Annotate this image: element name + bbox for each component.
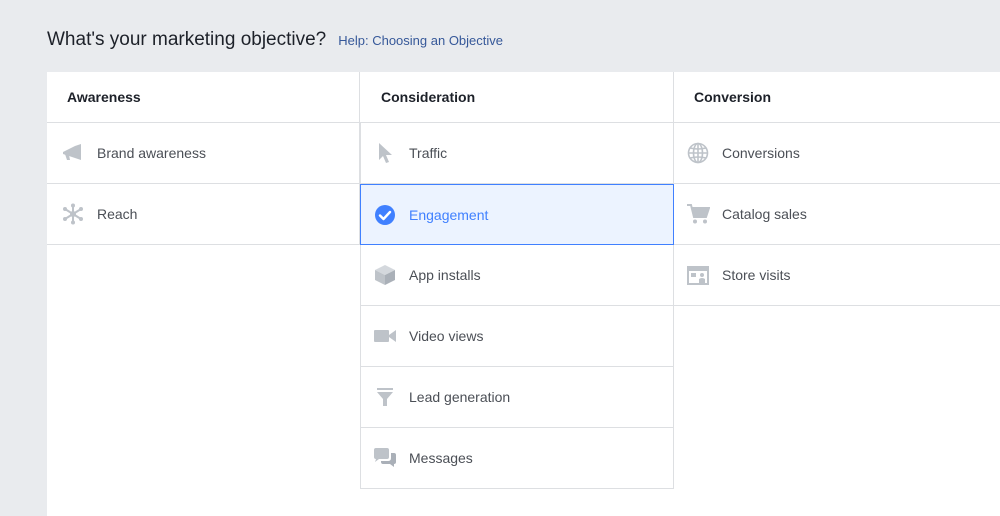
box-icon	[373, 263, 397, 287]
storefront-icon	[686, 263, 710, 287]
objective-catalog-sales[interactable]: Catalog sales	[674, 184, 1000, 245]
megaphone-icon	[61, 141, 85, 165]
objective-label: Reach	[97, 206, 138, 222]
objective-store-visits[interactable]: Store visits	[674, 245, 1000, 306]
objective-conversions[interactable]: Conversions	[674, 123, 1000, 184]
consideration-header: Consideration	[360, 72, 674, 123]
objective-messages[interactable]: Messages	[360, 428, 674, 489]
page-title: What's your marketing objective?	[47, 29, 327, 50]
chat-bubbles-icon	[373, 446, 397, 470]
funnel-icon	[373, 385, 397, 409]
help-link[interactable]: Help: Choosing an Objective	[338, 33, 503, 48]
reach-icon	[61, 202, 85, 226]
objective-header: What's your marketing objective? Help: C…	[47, 29, 503, 51]
cursor-icon	[373, 141, 397, 165]
consideration-column: Consideration Traffic Engagement App ins…	[360, 72, 674, 489]
objective-label: Store visits	[722, 267, 791, 283]
objective-label: Brand awareness	[97, 145, 206, 161]
conversion-header: Conversion	[674, 72, 1000, 123]
video-camera-icon	[373, 324, 397, 348]
objective-reach[interactable]: Reach	[47, 184, 360, 245]
conversion-column: Conversion Conversions Catalog sales Sto…	[674, 72, 1000, 306]
objective-label: Engagement	[409, 206, 489, 223]
objective-app-installs[interactable]: App installs	[360, 245, 674, 306]
objective-label: Catalog sales	[722, 206, 807, 222]
awareness-column: Awareness Brand awareness Reach	[47, 72, 360, 245]
objective-label: Traffic	[409, 145, 448, 161]
objective-lead-generation[interactable]: Lead generation	[360, 367, 674, 428]
objective-panel: Awareness Brand awareness Reach Consider…	[47, 72, 1000, 516]
objective-label: Conversions	[722, 145, 800, 161]
checkmark-circle-icon	[373, 203, 397, 227]
objective-brand-awareness[interactable]: Brand awareness	[47, 123, 360, 184]
objective-engagement[interactable]: Engagement	[360, 184, 674, 245]
awareness-header: Awareness	[47, 72, 360, 123]
globe-icon	[686, 141, 710, 165]
objective-label: Messages	[409, 450, 473, 466]
shopping-cart-icon	[686, 202, 710, 226]
objective-video-views[interactable]: Video views	[360, 306, 674, 367]
objective-label: Lead generation	[409, 389, 511, 405]
objective-label: App installs	[409, 267, 481, 283]
objective-label: Video views	[409, 328, 484, 344]
objective-traffic[interactable]: Traffic	[360, 123, 674, 184]
